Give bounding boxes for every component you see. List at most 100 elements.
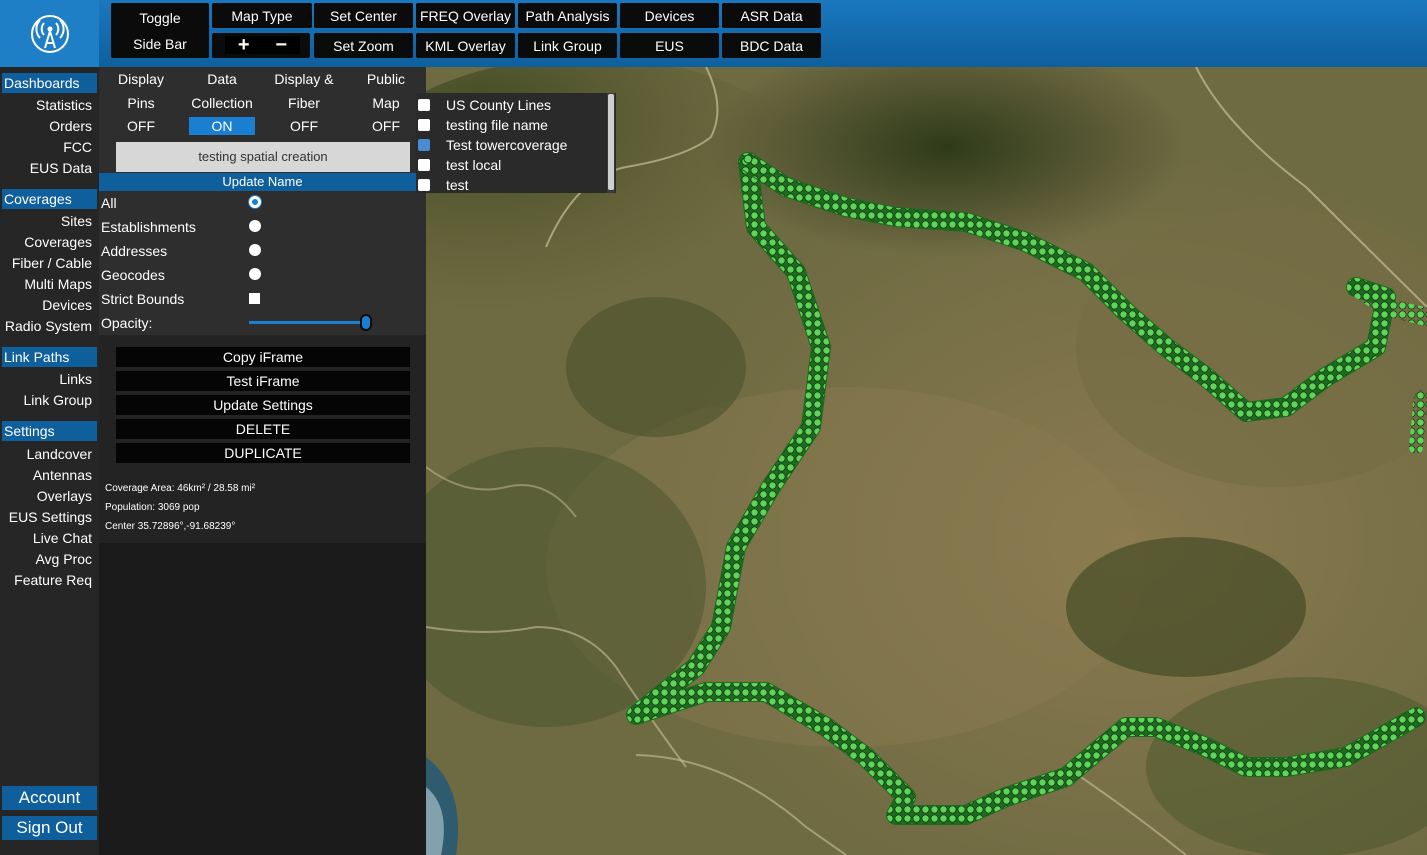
eus-label: EUS <box>655 37 684 54</box>
sidebar-item-landcover[interactable]: Landcover <box>27 445 92 463</box>
option-label-addresses: Addresses <box>101 243 168 259</box>
delete-button[interactable]: DELETE <box>116 419 410 439</box>
copy-iframe-button[interactable]: Copy iFrame <box>116 347 410 367</box>
freq-overlay-button[interactable]: FREQ Overlay <box>416 3 515 28</box>
devices-button[interactable]: Devices <box>620 3 719 28</box>
option-label-all: All <box>101 195 117 211</box>
map-type-label: Map Type <box>231 7 293 24</box>
bdc-data-label: BDC Data <box>739 37 804 54</box>
app-logo[interactable] <box>0 0 99 67</box>
toggle-state[interactable]: OFF <box>108 117 174 135</box>
sidebar-header-dashboards[interactable]: Dashboards <box>2 73 97 93</box>
overlay-checkbox[interactable] <box>418 179 430 191</box>
eus-button[interactable]: EUS <box>620 33 719 58</box>
toggle-label-line1: Public <box>366 71 406 87</box>
toggle-state[interactable]: OFF <box>271 117 337 135</box>
zoom-in-button[interactable]: + <box>238 34 250 57</box>
strict-bounds-checkbox[interactable] <box>249 293 260 304</box>
devices-label: Devices <box>644 7 695 24</box>
set-center-button[interactable]: Set Center <box>314 3 413 28</box>
link-group-button[interactable]: Link Group <box>518 33 617 58</box>
sidebar-header-coverages[interactable]: Coverages <box>2 189 97 209</box>
path-analysis-button[interactable]: Path Analysis <box>518 3 617 28</box>
sidebar-item-live-chat[interactable]: Live Chat <box>33 529 92 547</box>
asr-data-button[interactable]: ASR Data <box>722 3 821 28</box>
radio-all[interactable] <box>249 196 261 208</box>
sidebar-header-settings[interactable]: Settings <box>2 421 97 441</box>
sidebar-item-radio-system[interactable]: Radio System <box>5 317 92 335</box>
panel-top-section: Display Pins OFF Data Collection ON Disp… <box>99 67 426 335</box>
kml-overlay-label: KML Overlay <box>425 37 506 54</box>
toggle-sidebar-label-1: Toggle <box>139 9 181 26</box>
account-button[interactable]: Account <box>2 786 97 810</box>
sidebar-header-link-paths[interactable]: Link Paths <box>2 347 97 367</box>
set-zoom-button[interactable]: Set Zoom <box>314 33 413 58</box>
toggle-display-pins[interactable]: Display Pins OFF <box>101 67 181 135</box>
radio-establishments[interactable] <box>249 220 261 232</box>
overlay-scroll-thumb[interactable] <box>608 94 614 190</box>
toggle-label-line2: Pins <box>127 95 155 111</box>
toggle-state[interactable]: ON <box>189 117 255 135</box>
radio-geocodes[interactable] <box>249 268 261 280</box>
toggle-data-collection[interactable]: Data Collection ON <box>182 67 262 135</box>
sidebar-item-sites[interactable]: Sites <box>61 212 92 230</box>
freq-overlay-label: FREQ Overlay <box>419 7 511 24</box>
overlay-checkbox[interactable] <box>418 159 430 171</box>
overlay-item-testing-file-name[interactable]: testing file name <box>416 115 604 135</box>
coverage-name-input[interactable]: testing spatial creation <box>116 142 410 172</box>
update-settings-button[interactable]: Update Settings <box>116 395 410 415</box>
sidebar-item-links[interactable]: Links <box>59 370 92 388</box>
sidebar-item-avg-proc[interactable]: Avg Proc <box>35 550 92 568</box>
sidebar-item-overlays[interactable]: Overlays <box>37 487 92 505</box>
opacity-slider-track[interactable] <box>249 321 367 324</box>
option-label-opacity: Opacity: <box>101 315 153 331</box>
set-center-label: Set Center <box>330 7 397 24</box>
sidebar-item-eus-data[interactable]: EUS Data <box>30 159 92 177</box>
overlay-item-test-local[interactable]: test local <box>416 155 604 175</box>
sign-out-button[interactable]: Sign Out <box>2 816 97 840</box>
test-iframe-button[interactable]: Test iFrame <box>116 371 410 391</box>
sidebar-item-multi-maps[interactable]: Multi Maps <box>24 275 92 293</box>
toggle-label-line2: Map <box>372 95 400 111</box>
option-label-geocodes: Geocodes <box>101 267 165 283</box>
overlay-item-test[interactable]: test <box>416 175 604 195</box>
sidebar-item-feature-req[interactable]: Feature Req <box>14 571 92 589</box>
broadcast-tower-icon <box>30 14 69 53</box>
toggle-state[interactable]: OFF <box>353 117 419 135</box>
toggle-label-line1: Data <box>207 71 237 87</box>
sidebar-item-link-group[interactable]: Link Group <box>24 391 92 409</box>
sidebar-item-fiber-cable[interactable]: Fiber / Cable <box>12 254 92 272</box>
overlay-checkbox[interactable] <box>418 139 430 151</box>
sidebar-item-coverages[interactable]: Coverages <box>24 233 92 251</box>
toggle-label-line2: Collection <box>191 95 253 111</box>
sidebar-item-orders[interactable]: Orders <box>49 117 92 135</box>
overlay-list-panel[interactable]: US County Lines testing file name Test t… <box>416 93 616 193</box>
duplicate-button[interactable]: DUPLICATE <box>116 443 410 463</box>
sidebar-item-eus-settings[interactable]: EUS Settings <box>9 508 92 526</box>
sidebar-item-devices[interactable]: Devices <box>42 296 92 314</box>
kml-overlay-button[interactable]: KML Overlay <box>416 33 515 58</box>
overlay-item-us-county-lines[interactable]: US County Lines <box>416 95 604 115</box>
sidebar-item-statistics[interactable]: Statistics <box>36 96 92 114</box>
bdc-data-button[interactable]: BDC Data <box>722 33 821 58</box>
sidebar-item-antennas[interactable]: Antennas <box>33 466 92 484</box>
map-type-button[interactable]: Map Type <box>212 3 312 28</box>
toggle-label-line2: Fiber <box>288 95 320 111</box>
path-analysis-label: Path Analysis <box>525 7 610 24</box>
toggle-sidebar-button[interactable]: Toggle Side Bar <box>111 3 209 58</box>
overlay-checkbox[interactable] <box>418 99 430 111</box>
overlay-label: Test towercoverage <box>446 137 568 153</box>
toggle-display-fiber[interactable]: Display & Fiber OFF <box>264 67 344 135</box>
link-group-label: Link Group <box>533 37 602 54</box>
toggle-label-line1: Display & <box>274 71 334 87</box>
overlay-checkbox[interactable] <box>418 119 430 131</box>
overlay-list-scrollbar[interactable] <box>607 93 615 193</box>
zoom-out-button[interactable]: − <box>275 34 287 57</box>
opacity-slider-thumb[interactable] <box>360 314 372 331</box>
update-name-button[interactable]: Update Name <box>99 173 426 191</box>
toggle-public-map[interactable]: Public Map OFF <box>346 67 426 135</box>
sidebar-item-fcc[interactable]: FCC <box>63 138 92 156</box>
radio-addresses[interactable] <box>249 244 261 256</box>
toggle-sidebar-label-2: Side Bar <box>133 35 187 52</box>
overlay-item-test-towercoverage[interactable]: Test towercoverage <box>416 135 604 155</box>
